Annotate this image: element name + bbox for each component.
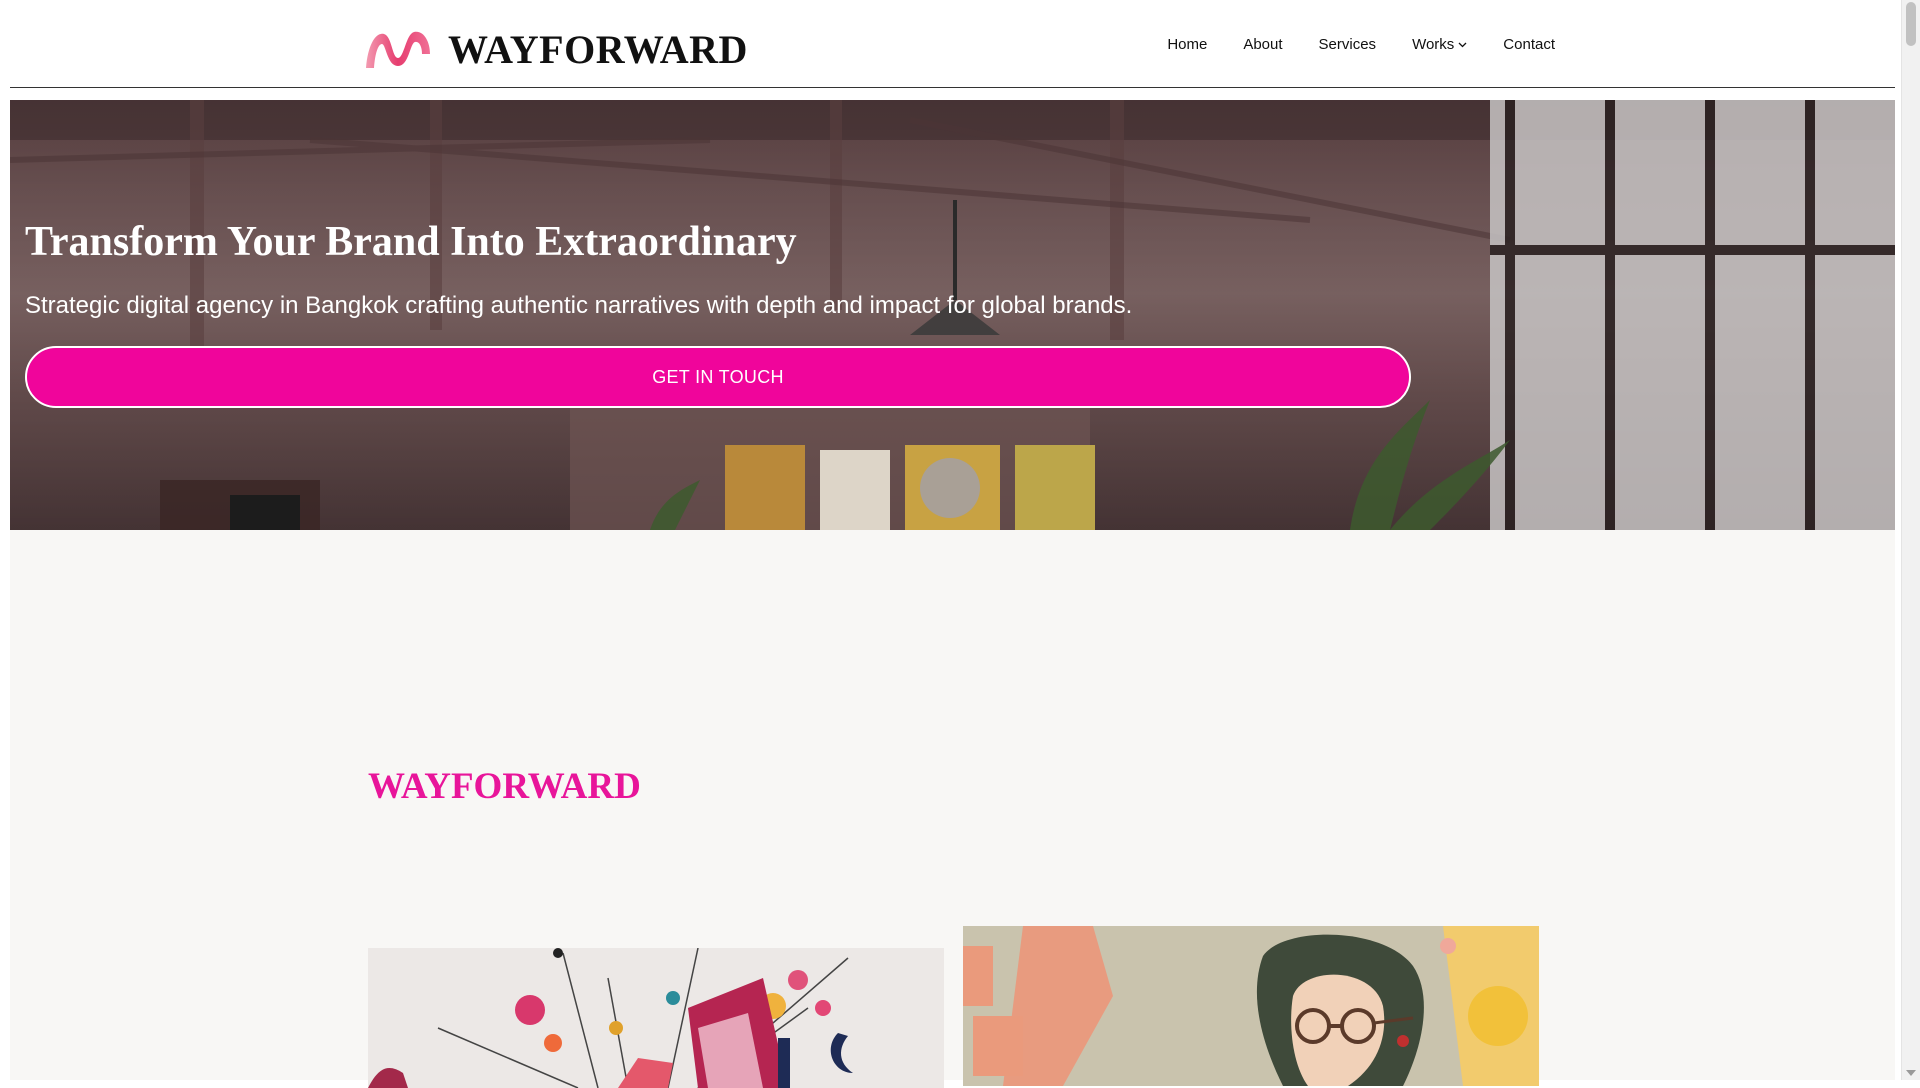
nav-item-contact[interactable]: Contact: [1503, 36, 1555, 53]
site-header: WAYFORWARD Home About Services Works Con…: [10, 0, 1895, 88]
chevron-down-icon: [1458, 42, 1467, 47]
portfolio-image-1[interactable]: [368, 948, 944, 1088]
nav-item-label: Contact: [1503, 36, 1555, 53]
nav-item-label: Services: [1318, 36, 1377, 53]
hero-title: Transform Your Brand Into Extraordinary: [25, 219, 797, 265]
illustrated-portrait-image: [963, 926, 1539, 1086]
wayforward-logo-mark: [366, 31, 430, 68]
nav-item-services[interactable]: Services: [1319, 36, 1377, 53]
hero-banner: Transform Your Brand Into Extraordinary …: [10, 100, 1895, 530]
site-title: WAYFORWARD: [448, 26, 748, 72]
nav-item-label: Works: [1412, 36, 1455, 53]
intro-section: WAYFORWARD: [10, 530, 1895, 1088]
nav-item-about[interactable]: About: [1243, 36, 1282, 53]
site-logo-link[interactable]: WAYFORWARD: [362, 22, 748, 76]
section-heading: WAYFORWARD: [368, 766, 641, 807]
vertical-scrollbar[interactable]: [1901, 0, 1920, 1080]
nav-item-label: About: [1243, 36, 1283, 53]
scrollbar-thumb[interactable]: [1906, 2, 1916, 46]
abstract-artwork-image: [368, 948, 853, 1088]
hero-subtitle: Strategic digital agency in Bangkok craf…: [25, 292, 1133, 319]
nav-item-home[interactable]: Home: [1167, 36, 1207, 53]
nav-item-label: Home: [1167, 36, 1208, 53]
nav-item-works[interactable]: Works: [1412, 36, 1467, 53]
portfolio-image-2[interactable]: [963, 926, 1539, 1086]
main-nav: Home About Services Works Contact: [1167, 36, 1555, 53]
scroll-down-arrow-icon[interactable]: [1906, 1070, 1916, 1076]
get-in-touch-button[interactable]: GET IN TOUCH: [25, 346, 1411, 408]
